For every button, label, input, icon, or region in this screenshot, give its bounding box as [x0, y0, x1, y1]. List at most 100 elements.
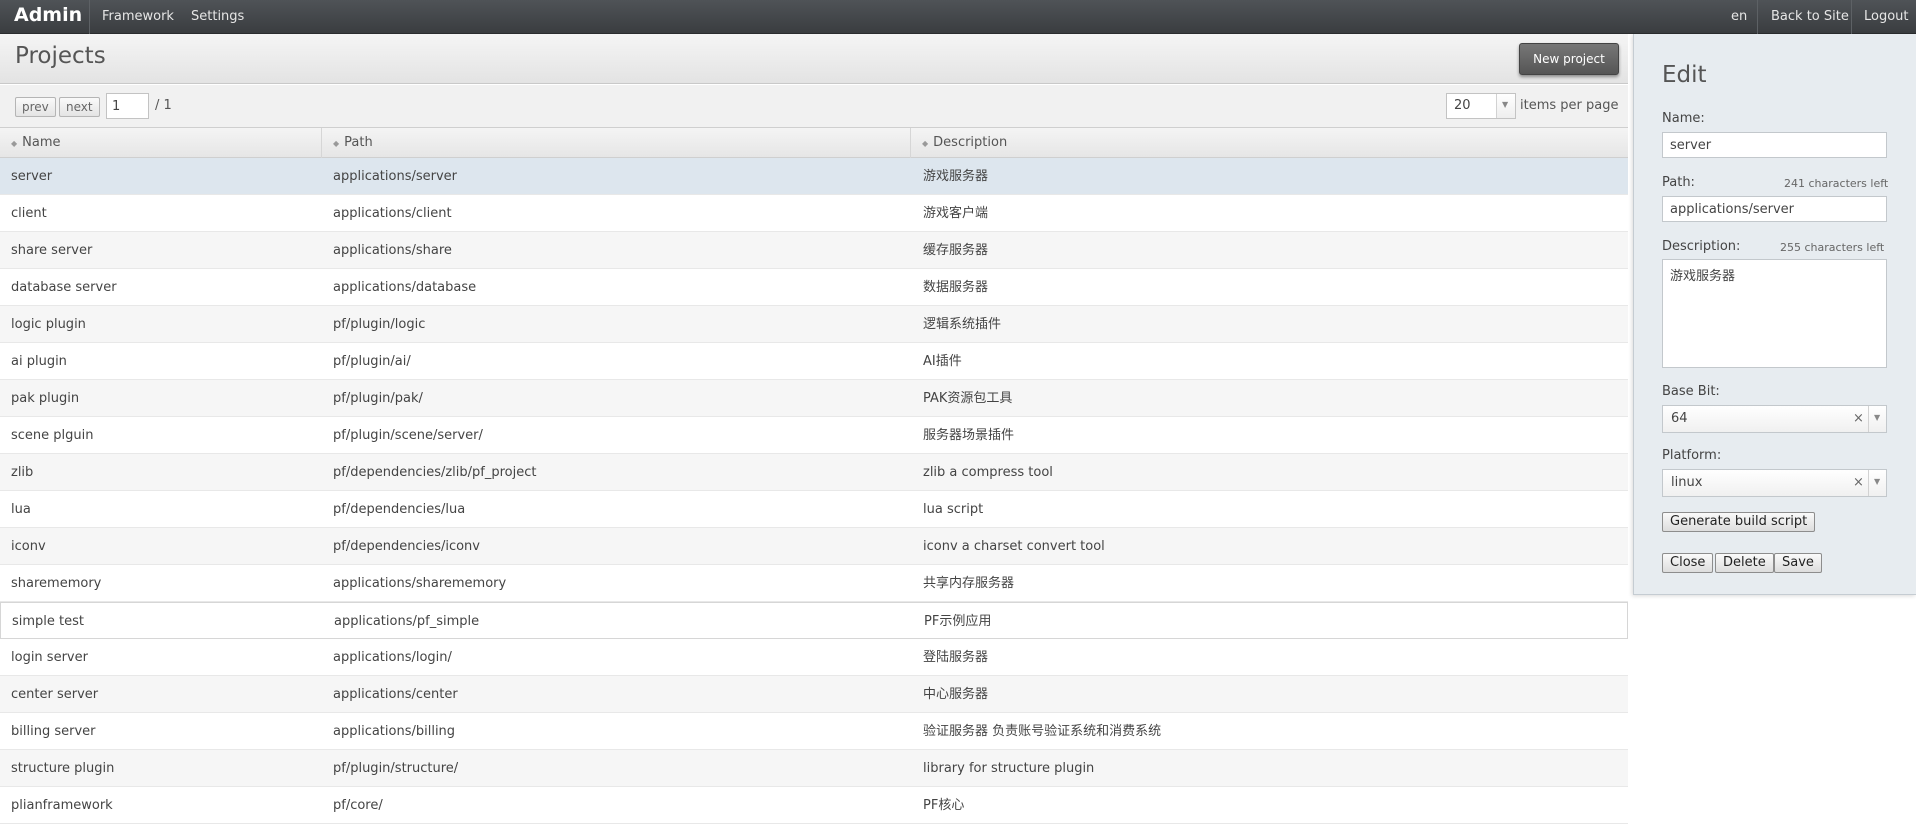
column-header-path[interactable]: ◆ Path — [322, 128, 911, 158]
logout-link[interactable]: Logout — [1864, 9, 1909, 24]
base-bit-label: Base Bit: — [1662, 384, 1720, 399]
navbar-divider — [89, 0, 90, 34]
sort-icon: ◆ — [922, 139, 929, 148]
clear-icon[interactable]: × — [1853, 475, 1864, 490]
cell-description: 共享内存服务器 — [923, 576, 1015, 591]
table-row[interactable]: login server applications/login/登陆服务器 — [0, 639, 1628, 676]
next-page-button[interactable]: next — [59, 97, 100, 117]
cell-path: pf/plugin/ai/ — [333, 354, 411, 369]
clear-icon[interactable]: × — [1853, 411, 1864, 426]
table-row[interactable]: logic plugin pf/plugin/logic 逻辑系统插件 — [0, 306, 1628, 343]
cell-name: client — [11, 206, 47, 221]
column-header-name[interactable]: ◆ Name — [0, 128, 322, 158]
dropdown-arrow: ▼ — [1496, 94, 1515, 118]
table-row[interactable]: structure plugin pf/plugin/structure/libr… — [0, 750, 1628, 787]
column-header-description[interactable]: ◆ Description — [911, 128, 1628, 158]
table-row[interactable]: billing server applications/billing 验证服务器 … — [0, 713, 1628, 750]
pagination-bar: prev next / 1 20 ▼ items per page — [0, 85, 1628, 128]
save-button[interactable]: Save — [1774, 553, 1822, 573]
cell-path: pf/dependencies/zlib/pf_project — [333, 465, 537, 480]
cell-name: server — [11, 169, 53, 184]
table-row[interactable]: plianframework pf/core/PF核心 — [0, 787, 1628, 824]
description-counter: 255 characters left — [1780, 241, 1885, 254]
page-header: Projects — [0, 34, 1628, 84]
cell-name: lua — [11, 502, 31, 517]
close-button[interactable]: Close — [1662, 553, 1714, 573]
cell-description: AI插件 — [923, 354, 962, 369]
table-row[interactable]: lua pf/dependencies/lua lua script — [0, 491, 1628, 528]
nav-framework-link[interactable]: Framework — [102, 9, 174, 24]
description-field[interactable]: 游戏服务器 — [1662, 259, 1887, 368]
back-to-site-link[interactable]: Back to Site — [1771, 9, 1849, 24]
name-label: Name: — [1662, 111, 1705, 126]
table-row[interactable]: center server applications/center 中心服务器 — [0, 676, 1628, 713]
cell-name: billing server — [11, 724, 96, 739]
path-field[interactable] — [1662, 196, 1887, 222]
projects-table: ◆ Name ◆ Path ◆ Description server applicati… — [0, 128, 1628, 824]
cell-description: zlib a compress tool — [923, 465, 1053, 480]
cell-path: applications/database — [333, 280, 477, 295]
base-bit-select[interactable]: 64 × ▼ — [1662, 405, 1887, 433]
table-row[interactable]: pak plugin pf/plugin/pak/PAK资源包工具 — [0, 380, 1628, 417]
cell-path: applications/client — [333, 206, 452, 221]
cell-description: lua script — [923, 502, 984, 517]
table-body: server applications/server 游戏服务器 client appl… — [0, 158, 1628, 824]
cell-name: plianframework — [11, 798, 113, 813]
cell-path: pf/plugin/pak/ — [333, 391, 423, 406]
table-row[interactable]: simple test applications/pf_simple PF示例应用 — [0, 602, 1628, 639]
cell-description: 数据服务器 — [923, 280, 989, 295]
cell-description: 验证服务器 负责账号验证系统和消费系统 — [923, 724, 1162, 739]
platform-value: linux — [1671, 475, 1703, 490]
cell-description: 逻辑系统插件 — [923, 317, 1002, 332]
table-row[interactable]: client applications/client 游戏客户端 — [0, 195, 1628, 232]
cell-name: share server — [11, 243, 93, 258]
cell-path: pf/dependencies/lua — [333, 502, 466, 517]
language-link[interactable]: en — [1731, 9, 1747, 24]
cell-path: pf/plugin/logic — [333, 317, 426, 332]
table-row[interactable]: server applications/server 游戏服务器 — [0, 158, 1628, 195]
items-per-page-value: 20 — [1454, 98, 1471, 113]
cell-path: applications/center — [333, 687, 458, 702]
page-number-input[interactable] — [106, 93, 149, 119]
new-project-button[interactable]: New project — [1519, 43, 1619, 75]
navbar-divider — [1757, 0, 1758, 34]
cell-path: applications/sharememory — [333, 576, 507, 591]
cell-description: library for structure plugin — [923, 761, 1095, 776]
nav-settings-link[interactable]: Settings — [191, 9, 244, 24]
dropdown-arrow: ▼ — [1868, 470, 1886, 496]
table-row[interactable]: iconv pf/dependencies/iconv iconv a charse… — [0, 528, 1628, 565]
cell-name: ai plugin — [11, 354, 67, 369]
cell-path: applications/login/ — [333, 650, 452, 665]
cell-path: applications/server — [333, 169, 458, 184]
path-label: Path: — [1662, 175, 1695, 190]
prev-page-button[interactable]: prev — [15, 97, 56, 117]
name-field[interactable] — [1662, 132, 1887, 158]
cell-description: iconv a charset convert tool — [923, 539, 1105, 554]
items-per-page-select[interactable]: 20 ▼ — [1446, 93, 1516, 119]
table-row[interactable]: scene plguin pf/plugin/scene/server/服务器场景… — [0, 417, 1628, 454]
table-row[interactable]: database server applications/database 数据服务… — [0, 269, 1628, 306]
table-row[interactable]: sharememory applications/sharememory 共享内存服… — [0, 565, 1628, 602]
delete-button[interactable]: Delete — [1715, 553, 1774, 573]
cell-name: center server — [11, 687, 99, 702]
cell-name: pak plugin — [11, 391, 80, 406]
cell-description: PAK资源包工具 — [923, 391, 1013, 406]
generate-build-script-button[interactable]: Generate build script — [1662, 512, 1816, 532]
cell-name: structure plugin — [11, 761, 115, 776]
table-header: ◆ Name ◆ Path ◆ Description — [0, 128, 1628, 158]
brand-logo[interactable]: Admin — [14, 4, 82, 26]
cell-path: pf/plugin/scene/server/ — [333, 428, 483, 443]
cell-path: applications/billing — [333, 724, 456, 739]
chevron-down-icon: ▼ — [1874, 477, 1881, 486]
cell-description: 登陆服务器 — [923, 650, 989, 665]
cell-name: zlib — [11, 465, 34, 480]
cell-description: PF示例应用 — [924, 614, 992, 629]
cell-description: 中心服务器 — [923, 687, 989, 702]
cell-name: logic plugin — [11, 317, 86, 332]
table-row[interactable]: ai plugin pf/plugin/ai/AI插件 — [0, 343, 1628, 380]
cell-name: database server — [11, 280, 117, 295]
platform-select[interactable]: linux × ▼ — [1662, 469, 1887, 497]
table-row[interactable]: zlib pf/dependencies/zlib/pf_project zlib … — [0, 454, 1628, 491]
cell-name: sharememory — [11, 576, 102, 591]
table-row[interactable]: share server applications/share 缓存服务器 — [0, 232, 1628, 269]
